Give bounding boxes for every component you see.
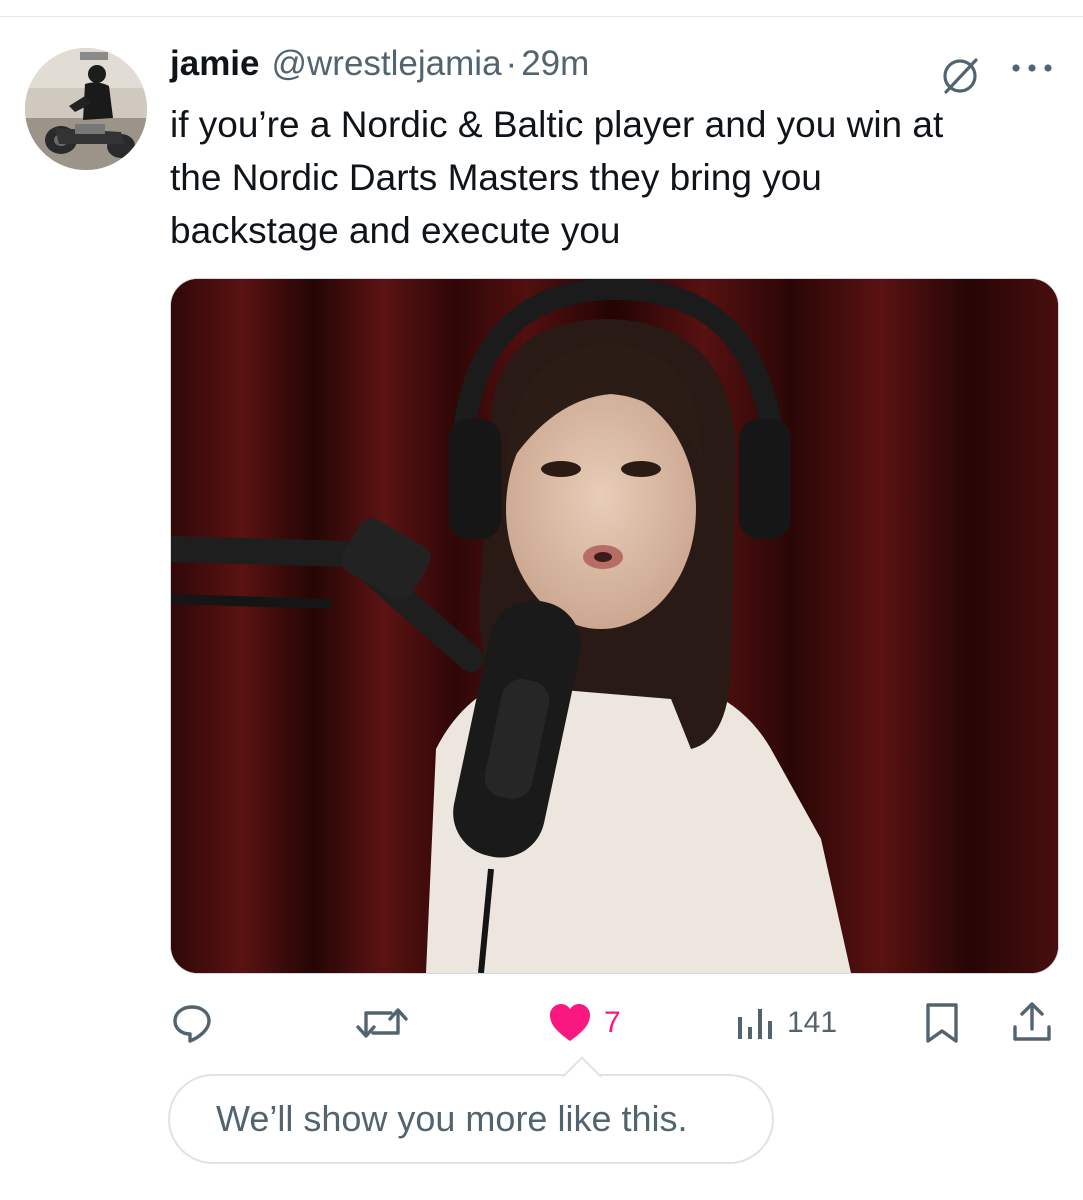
- author-handle[interactable]: @wrestlejamia: [272, 44, 502, 84]
- tweet-text: if you’re a Nordic & Baltic player and y…: [170, 98, 1060, 257]
- like-count: 7: [604, 1006, 621, 1039]
- toast-message: We’ll show you more like this.: [216, 1098, 688, 1139]
- tweet-media-image[interactable]: [170, 278, 1059, 974]
- like-button[interactable]: 7: [548, 995, 621, 1051]
- media-photo: [171, 279, 1058, 973]
- timestamp[interactable]: 29m: [521, 44, 589, 84]
- view-count: 141: [787, 1006, 838, 1039]
- share-button[interactable]: [1010, 995, 1054, 1051]
- tweet-actions: 7 141: [170, 995, 1060, 1055]
- grok-icon[interactable]: [938, 54, 982, 98]
- avatar[interactable]: [25, 48, 147, 170]
- heart-filled-icon: [550, 1004, 590, 1041]
- more-options-icon[interactable]: [1008, 56, 1056, 80]
- tweet-text-line: if you’re a Nordic & Baltic player and y…: [170, 104, 944, 145]
- bookmark-icon: [926, 1003, 958, 1043]
- share-icon: [1013, 1002, 1051, 1041]
- tweet-text-line: the Nordic Darts Masters they bring you: [170, 157, 822, 198]
- avatar-photo: [25, 48, 147, 170]
- retweet-button[interactable]: [355, 995, 409, 1051]
- top-divider: [0, 16, 1083, 17]
- retweet-icon: [356, 1008, 408, 1038]
- views-button[interactable]: 141: [735, 995, 837, 1051]
- tweet-text-line: backstage and execute you: [170, 210, 621, 251]
- reply-button[interactable]: [170, 995, 214, 1051]
- toast-bubble: We’ll show you more like this.: [168, 1074, 774, 1164]
- tweet-header: jamie @wrestlejamia · 29m: [170, 44, 589, 94]
- author-name[interactable]: jamie: [170, 44, 260, 84]
- views-bar-chart-icon: [738, 1009, 772, 1039]
- bookmark-button[interactable]: [922, 995, 962, 1051]
- separator-dot: ·: [505, 44, 518, 83]
- reply-icon: [173, 1005, 211, 1043]
